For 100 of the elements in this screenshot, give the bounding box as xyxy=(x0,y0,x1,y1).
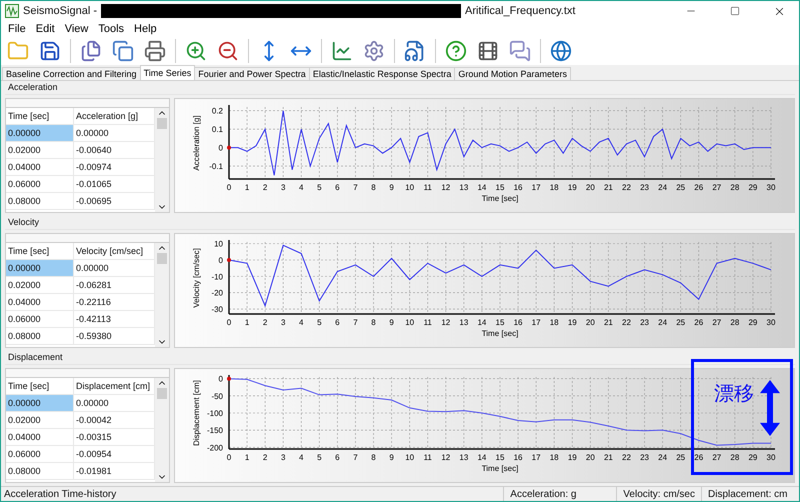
scrollbar[interactable] xyxy=(155,108,169,212)
x-tick-label: 3 xyxy=(280,453,286,462)
table-cell[interactable]: 0.00000 xyxy=(6,125,74,142)
tab[interactable]: Baseline Correction and Filtering xyxy=(2,67,141,80)
table-cell[interactable]: -0.01065 xyxy=(74,176,155,193)
y-tick-label: -10 xyxy=(211,272,223,282)
table-cell[interactable]: 0.00000 xyxy=(6,260,74,277)
x-tick-label: 28 xyxy=(730,318,740,327)
x-tick-label: 25 xyxy=(676,453,686,462)
table-cell[interactable]: -0.00042 xyxy=(74,412,155,429)
y-tick-label: -150 xyxy=(206,426,223,436)
table-cell[interactable]: -0.22116 xyxy=(74,294,155,311)
table-cell[interactable]: 0.06000 xyxy=(6,446,74,463)
menu-item[interactable]: Help xyxy=(129,21,162,37)
x-tick-label: 28 xyxy=(730,453,740,462)
x-tick-label: 14 xyxy=(477,453,486,462)
table-cell[interactable]: -0.00315 xyxy=(74,429,155,446)
table-cell[interactable]: -0.42113 xyxy=(74,311,155,328)
y-tick-label: -100 xyxy=(206,409,223,418)
table-cell[interactable]: 0.00000 xyxy=(74,260,155,277)
table-cell[interactable]: 0.00000 xyxy=(74,125,155,142)
zoom-in-icon xyxy=(185,40,207,62)
table-cell[interactable]: -0.01981 xyxy=(74,463,155,480)
scroll-thumb[interactable] xyxy=(157,388,167,399)
table-cell[interactable]: 0.06000 xyxy=(6,176,74,193)
tab[interactable]: Elastic/Inelastic Response Spectra xyxy=(308,67,456,80)
window-title: SeismoSignal - xyxy=(23,5,97,17)
y-tick-label: -200 xyxy=(206,443,223,452)
tab[interactable]: Ground Motion Parameters xyxy=(454,67,571,80)
y-tick-label: -0.1 xyxy=(209,162,223,172)
x-tick-label: 22 xyxy=(622,453,631,462)
x-tick-label: 1 xyxy=(244,453,250,462)
menu-item[interactable]: View xyxy=(60,21,94,37)
menu-item[interactable]: Tools xyxy=(93,21,130,37)
x-tick-label: 18 xyxy=(550,318,559,327)
table-cell[interactable]: 0.00000 xyxy=(74,395,155,412)
x-tick-label: 25 xyxy=(676,183,686,192)
x-tick-label: 8 xyxy=(371,453,376,462)
save-icon xyxy=(39,40,61,62)
table-cell[interactable]: 0.06000 xyxy=(6,311,74,328)
table-cell[interactable]: -0.00974 xyxy=(74,159,155,176)
folder-icon xyxy=(7,40,29,62)
menu-item[interactable]: File xyxy=(3,21,31,37)
x-tick-label: 9 xyxy=(389,183,394,192)
table-cell[interactable]: -0.06281 xyxy=(74,277,155,294)
table-cell[interactable]: 0.04000 xyxy=(6,294,74,311)
x-tick-label: 2 xyxy=(262,318,268,327)
x-tick-label: 8 xyxy=(371,183,376,192)
scrollbar[interactable] xyxy=(155,378,169,482)
x-tick-label: 30 xyxy=(766,318,776,327)
x-tick-label: 27 xyxy=(712,453,722,462)
x-tick-label: 20 xyxy=(586,183,595,192)
x-tick-label: 8 xyxy=(371,318,376,327)
table-cell[interactable]: 0.00000 xyxy=(6,395,74,412)
tab[interactable]: Fourier and Power Spectra xyxy=(194,67,310,80)
x-tick-label: 17 xyxy=(532,183,541,192)
scroll-thumb[interactable] xyxy=(157,118,167,129)
status-cell: Displacement: cm xyxy=(701,487,799,501)
table-cell[interactable]: 0.02000 xyxy=(6,277,74,294)
table-cell[interactable]: 0.08000 xyxy=(6,193,74,210)
x-tick-label: 16 xyxy=(514,453,523,462)
y-tick-label: -50 xyxy=(211,392,223,401)
tab[interactable]: Time Series xyxy=(140,65,196,80)
x-tick-label: 5 xyxy=(317,318,322,327)
x-tick-label: 12 xyxy=(441,183,450,192)
table-cell[interactable]: 0.02000 xyxy=(6,412,74,429)
x-tick-label: 29 xyxy=(748,453,758,462)
x-tick-label: 20 xyxy=(586,318,595,327)
x-axis-title: Time [sec] xyxy=(482,329,518,338)
start-marker xyxy=(227,146,231,150)
start-marker xyxy=(227,376,231,381)
table-cell[interactable]: -0.00695 xyxy=(74,193,155,210)
table-cell[interactable]: -0.59380 xyxy=(74,328,155,345)
column-header: Time [sec] xyxy=(6,243,74,260)
film-reel-icon xyxy=(477,40,499,62)
status-text: Acceleration Time-history xyxy=(3,488,118,501)
table-cell[interactable]: 0.04000 xyxy=(6,429,74,446)
table-cell[interactable]: 0.08000 xyxy=(6,463,74,480)
scrollbar[interactable] xyxy=(155,243,169,347)
menu-item[interactable]: Edit xyxy=(30,21,60,37)
table-cell[interactable]: 0.02000 xyxy=(6,142,74,159)
scroll-thumb[interactable] xyxy=(157,253,167,264)
table-cell[interactable]: 0.04000 xyxy=(6,159,74,176)
x-tick-label: 23 xyxy=(640,318,649,327)
table-cell[interactable]: -0.00640 xyxy=(74,142,155,159)
x-tick-label: 9 xyxy=(389,318,394,327)
x-tick-label: 3 xyxy=(280,318,286,327)
globe-icon xyxy=(550,40,572,62)
table-cell[interactable]: 0.08000 xyxy=(6,328,74,345)
table-cell[interactable]: -0.00954 xyxy=(74,446,155,463)
section-title: Acceleration xyxy=(7,81,59,94)
x-tick-label: 11 xyxy=(424,183,432,192)
x-tick-label: 0 xyxy=(226,453,232,462)
copy-icon xyxy=(80,40,102,62)
x-tick-label: 23 xyxy=(640,183,649,192)
chat-bubbles-icon xyxy=(509,40,531,62)
x-tick-label: 22 xyxy=(622,318,631,327)
start-marker xyxy=(227,258,231,262)
x-tick-label: 9 xyxy=(389,453,394,462)
x-tick-label: 16 xyxy=(514,183,523,192)
